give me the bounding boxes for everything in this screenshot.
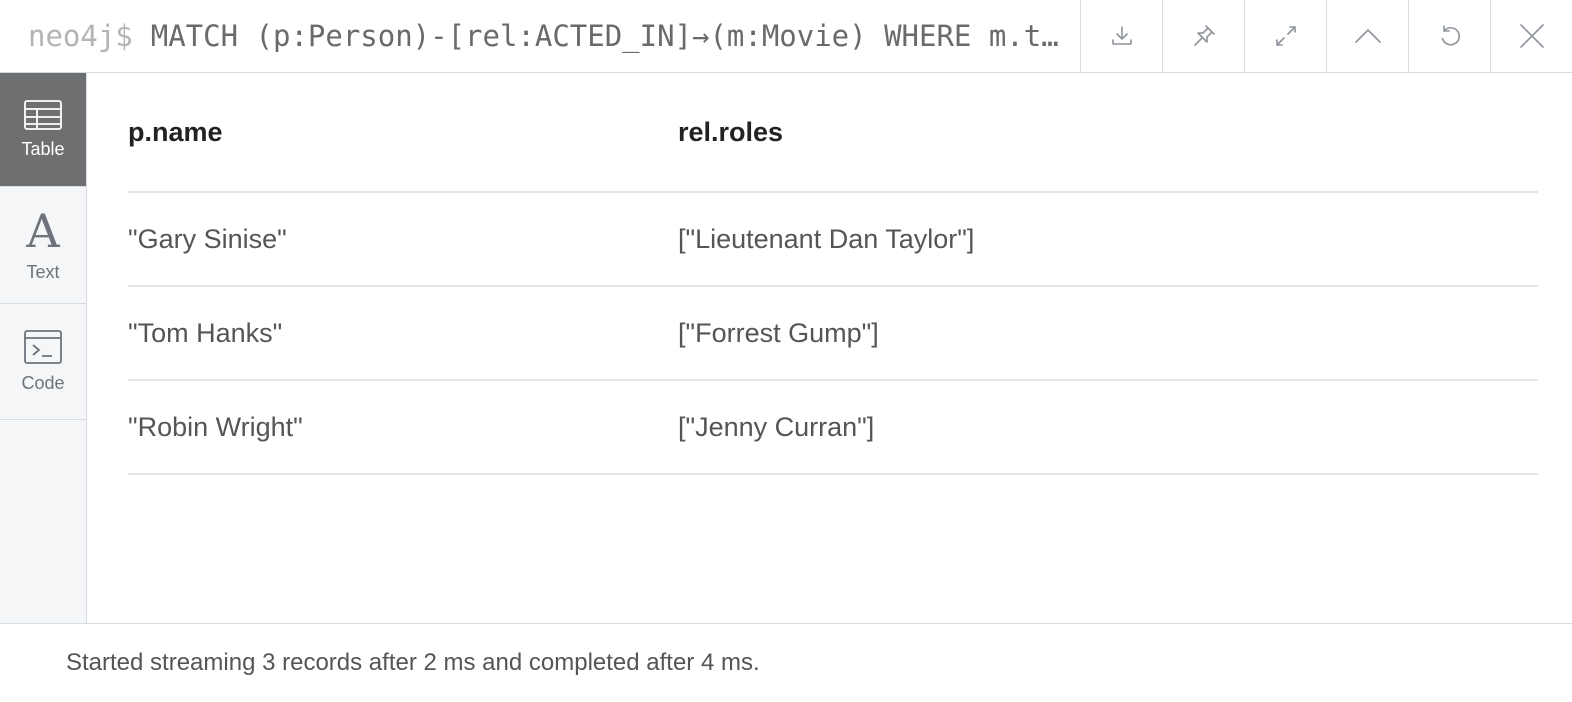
view-tab-text[interactable]: A Text — [0, 187, 86, 304]
fullscreen-button[interactable] — [1244, 0, 1326, 72]
table-row: "Tom Hanks" ["Forrest Gump"] — [128, 286, 1538, 381]
frame-actions — [1080, 0, 1572, 72]
table-cell: ["Jenny Curran"] — [678, 380, 1538, 475]
table-cell: "Tom Hanks" — [128, 286, 678, 381]
status-bar: Started streaming 3 records after 2 ms a… — [0, 623, 1572, 702]
view-tab-label: Text — [26, 261, 60, 282]
rerun-button[interactable] — [1408, 0, 1490, 72]
query-bar: neo4j$ MATCH (p:Person)-[rel:ACTED_IN]→(… — [0, 0, 1572, 73]
column-header: rel.roles — [678, 73, 1538, 193]
close-icon — [1519, 24, 1544, 48]
table-header-row: p.name rel.roles — [128, 73, 1538, 193]
pin-button[interactable] — [1162, 0, 1244, 72]
table-row: "Gary Sinise" ["Lieutenant Dan Taylor"] — [128, 192, 1538, 287]
table-cell: ["Lieutenant Dan Taylor"] — [678, 192, 1538, 287]
text-icon: A — [26, 203, 60, 258]
result-frame: neo4j$ MATCH (p:Person)-[rel:ACTED_IN]→(… — [0, 0, 1572, 702]
results-table: p.name rel.roles "Gary Sinise" ["Lieuten… — [128, 73, 1538, 475]
view-tab-code[interactable]: Code — [0, 304, 86, 420]
view-tab-table[interactable]: Table — [0, 73, 86, 187]
table-cell: "Robin Wright" — [128, 380, 678, 475]
status-message: Started streaming 3 records after 2 ms a… — [66, 649, 760, 676]
expand-icon — [1275, 26, 1296, 46]
view-tab-label: Code — [21, 373, 65, 393]
query-text[interactable]: MATCH (p:Person)-[rel:ACTED_IN]→(m:Movie… — [151, 19, 1066, 53]
column-header: p.name — [128, 73, 678, 193]
view-tab-label: Table — [21, 139, 65, 159]
table-cell: ["Forrest Gump"] — [678, 286, 1538, 381]
refresh-icon — [1441, 25, 1460, 46]
close-button[interactable] — [1490, 0, 1572, 72]
download-icon — [1111, 26, 1132, 45]
collapse-button[interactable] — [1326, 0, 1408, 72]
download-button[interactable] — [1080, 0, 1162, 72]
code-icon — [24, 330, 62, 364]
results-panel: p.name rel.roles "Gary Sinise" ["Lieuten… — [88, 73, 1572, 623]
chevron-up-icon — [1354, 29, 1381, 43]
table-icon — [24, 100, 62, 130]
query-editor[interactable]: neo4j$ MATCH (p:Person)-[rel:ACTED_IN]→(… — [0, 0, 1080, 72]
table-row: "Robin Wright" ["Jenny Curran"] — [128, 380, 1538, 475]
pin-icon — [1193, 25, 1215, 46]
query-prompt: neo4j$ — [28, 19, 133, 53]
table-cell: "Gary Sinise" — [128, 192, 678, 287]
view-switcher: Table A Text Code — [0, 73, 87, 623]
